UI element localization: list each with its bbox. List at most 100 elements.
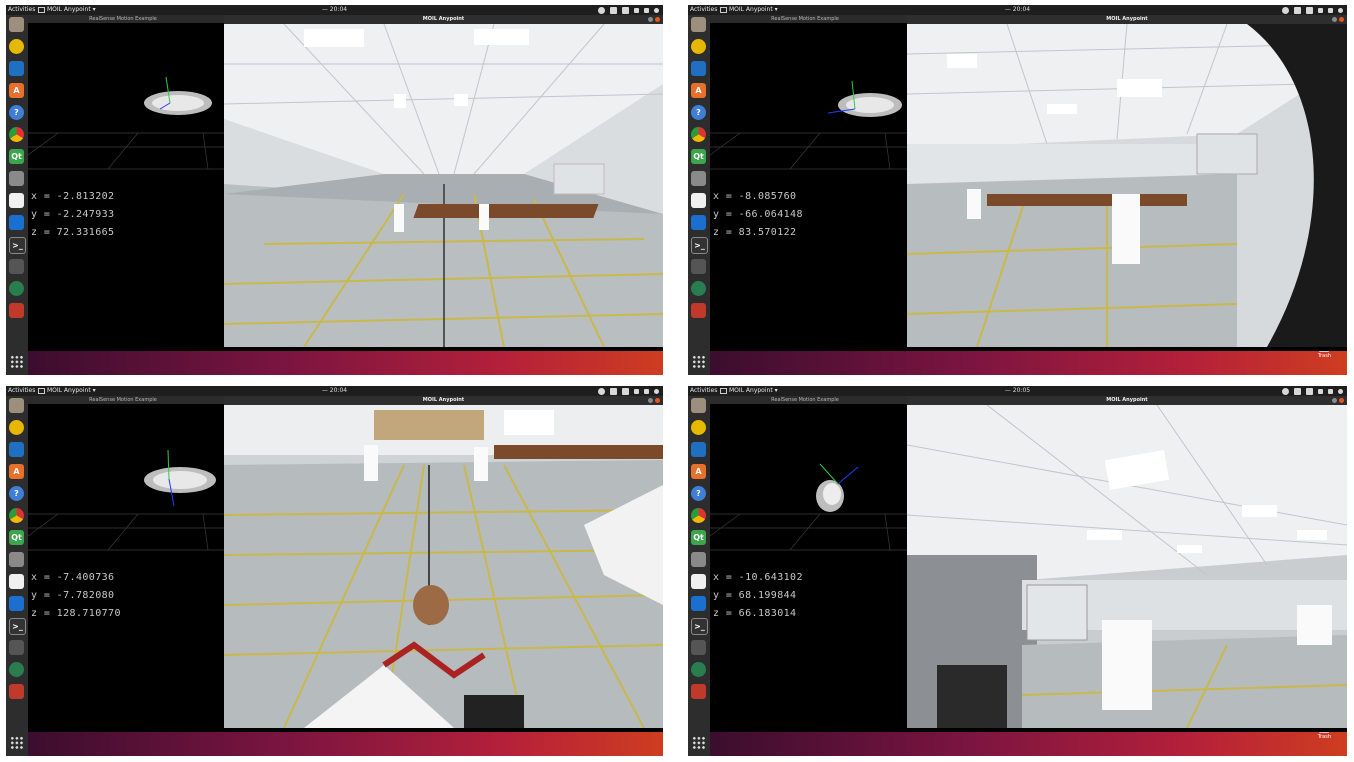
image-viewer-icon[interactable] [691,684,706,699]
close-button[interactable] [1339,398,1344,403]
earth-icon[interactable] [9,662,24,677]
show-applications-icon[interactable] [10,736,24,750]
power-icon[interactable] [654,388,659,394]
qt-creator-icon[interactable]: Qt [691,530,706,545]
rhythmbox-icon[interactable] [691,420,706,435]
vscode-icon[interactable] [9,215,24,230]
terminal-icon[interactable]: >_ [9,618,26,635]
libreoffice-writer-icon[interactable] [9,442,24,457]
window-icon[interactable] [610,6,617,14]
system-tray[interactable] [1282,5,1343,15]
anypoint-window-title[interactable]: MOIL Anypoint [224,396,663,405]
window-icon[interactable] [1294,387,1301,395]
power-icon[interactable] [1338,7,1343,13]
anypoint-window-title[interactable]: MOIL Anypoint [907,396,1347,405]
minimize-button[interactable] [648,398,653,403]
minimize-button[interactable] [1332,398,1337,403]
image-viewer-icon[interactable] [9,684,24,699]
software-center-icon[interactable]: A [691,464,706,479]
window-icon[interactable] [1294,6,1301,14]
network-icon[interactable] [1318,7,1323,13]
clock[interactable]: — 20:04 [322,5,347,15]
app-menu[interactable]: MOIL Anypoint ▾ [38,386,96,396]
camera-view[interactable] [224,405,663,728]
system-tray[interactable] [1282,386,1343,396]
volume-icon[interactable] [1328,7,1333,13]
libreoffice-writer-icon[interactable] [691,442,706,457]
app-menu[interactable]: MOIL Anypoint ▾ [720,5,778,15]
text-editor-icon[interactable] [9,574,24,589]
close-button[interactable] [655,17,660,22]
files-icon[interactable] [691,17,706,32]
screenshot-icon[interactable] [9,552,24,567]
globe-icon[interactable] [598,6,605,14]
volume-icon[interactable] [644,7,649,13]
camera-view[interactable] [907,405,1347,728]
vscode-icon[interactable] [9,596,24,611]
anypoint-window-title[interactable]: MOIL Anypoint [907,15,1347,24]
help-icon[interactable]: ? [9,105,24,120]
activities-button[interactable]: Activities [690,5,717,15]
globe-icon[interactable] [1282,6,1289,14]
qt-creator-icon[interactable]: Qt [9,530,24,545]
files-icon[interactable] [691,398,706,413]
terminal-icon[interactable]: >_ [691,237,708,254]
anypoint-window[interactable]: MOIL Anypoint [224,15,663,347]
volume-icon[interactable] [1328,388,1333,394]
kazam-icon[interactable] [9,259,24,274]
image-viewer-icon[interactable] [9,303,24,318]
display-icon[interactable] [1306,6,1313,14]
system-tray[interactable] [598,386,659,396]
camera-view[interactable] [907,24,1347,347]
chrome-icon[interactable] [691,508,706,523]
globe-icon[interactable] [1282,387,1289,395]
software-center-icon[interactable]: A [9,83,24,98]
qt-creator-icon[interactable]: Qt [9,149,24,164]
activities-button[interactable]: Activities [690,386,717,396]
chrome-icon[interactable] [9,127,24,142]
window-icon[interactable] [610,387,617,395]
libreoffice-writer-icon[interactable] [9,61,24,76]
vscode-icon[interactable] [691,596,706,611]
app-menu[interactable]: MOIL Anypoint ▾ [38,5,96,15]
camera-view[interactable] [224,24,663,347]
minimize-button[interactable] [1332,17,1337,22]
activities-button[interactable]: Activities [8,386,35,396]
close-button[interactable] [1339,17,1344,22]
close-button[interactable] [655,398,660,403]
show-applications-icon[interactable] [692,736,706,750]
show-applications-icon[interactable] [10,355,24,369]
kazam-icon[interactable] [691,259,706,274]
screenshot-icon[interactable] [691,552,706,567]
anypoint-window-title[interactable]: MOIL Anypoint [224,15,663,24]
terminal-icon[interactable]: >_ [691,618,708,635]
power-icon[interactable] [1338,388,1343,394]
help-icon[interactable]: ? [691,486,706,501]
system-tray[interactable] [598,5,659,15]
rhythmbox-icon[interactable] [9,39,24,54]
chrome-icon[interactable] [691,127,706,142]
image-viewer-icon[interactable] [691,303,706,318]
kazam-icon[interactable] [9,640,24,655]
earth-icon[interactable] [691,662,706,677]
network-icon[interactable] [1318,388,1323,394]
clock[interactable]: — 20:04 [1005,5,1030,15]
screenshot-icon[interactable] [9,171,24,186]
screenshot-icon[interactable] [691,171,706,186]
text-editor-icon[interactable] [691,193,706,208]
clock[interactable]: — 20:04 [322,386,347,396]
earth-icon[interactable] [691,281,706,296]
qt-creator-icon[interactable]: Qt [691,149,706,164]
kazam-icon[interactable] [691,640,706,655]
terminal-icon[interactable]: >_ [9,237,26,254]
clock[interactable]: — 20:05 [1005,386,1030,396]
power-icon[interactable] [654,7,659,13]
files-icon[interactable] [9,17,24,32]
anypoint-window[interactable]: MOIL Anypoint [907,15,1347,347]
text-editor-icon[interactable] [691,574,706,589]
globe-icon[interactable] [598,387,605,395]
minimize-button[interactable] [648,17,653,22]
files-icon[interactable] [9,398,24,413]
app-menu[interactable]: MOIL Anypoint ▾ [720,386,778,396]
show-applications-icon[interactable] [692,355,706,369]
